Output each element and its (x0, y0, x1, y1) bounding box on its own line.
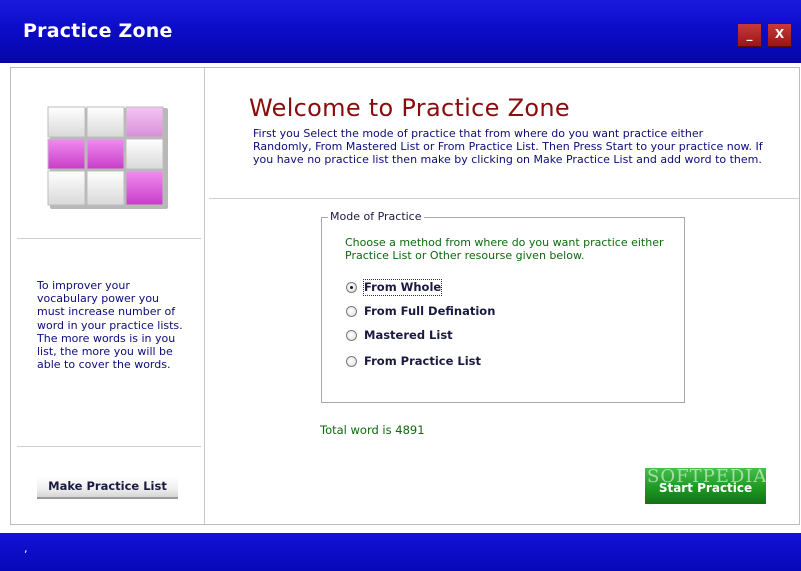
page-title: Welcome to Practice Zone (249, 94, 570, 122)
practice-zone-window: Practice Zone _ X To improver your vocab… (0, 0, 801, 571)
vertical-divider (204, 68, 205, 524)
radio-mastered-list[interactable] (346, 330, 357, 341)
grid-logo-icon (46, 105, 170, 211)
intro-text: First you Select the mode of practice th… (253, 127, 763, 166)
mode-group-legend: Mode of Practice (328, 210, 424, 223)
option-label[interactable]: From Practice List (364, 354, 481, 369)
sidebar-info-text: To improver your vocabulary power you mu… (37, 279, 183, 372)
close-button[interactable]: X (767, 23, 792, 47)
softpedia-watermark: SOFTPEDIA (647, 466, 768, 487)
content-panel: To improver your vocabulary power you mu… (10, 67, 800, 525)
main-divider (209, 198, 799, 199)
option-label[interactable]: From Whole (362, 279, 443, 296)
grid-logo-svg (47, 106, 168, 209)
minimize-button[interactable]: _ (737, 23, 762, 47)
sidebar-divider-bottom (17, 446, 201, 447)
radio-from-practice-list[interactable] (346, 356, 357, 367)
title-bar[interactable]: Practice Zone _ X (0, 0, 801, 63)
window-title: Practice Zone (23, 20, 173, 42)
option-label[interactable]: From Full Defination (364, 304, 495, 319)
status-text: , (24, 542, 28, 555)
make-practice-list-button[interactable]: Make Practice List (37, 476, 178, 499)
total-words-label: Total word is 4891 (320, 423, 425, 437)
sidebar-divider-top (17, 238, 201, 239)
option-label[interactable]: Mastered List (364, 328, 453, 343)
mode-of-practice-group: Mode of Practice Choose a method from wh… (321, 210, 685, 403)
status-bar: , (0, 533, 801, 571)
mode-group-description: Choose a method from where do you want p… (345, 236, 664, 262)
radio-from-whole[interactable] (346, 282, 357, 293)
radio-from-full-defination[interactable] (346, 306, 357, 317)
sidebar: To improver your vocabulary power you mu… (11, 68, 204, 524)
